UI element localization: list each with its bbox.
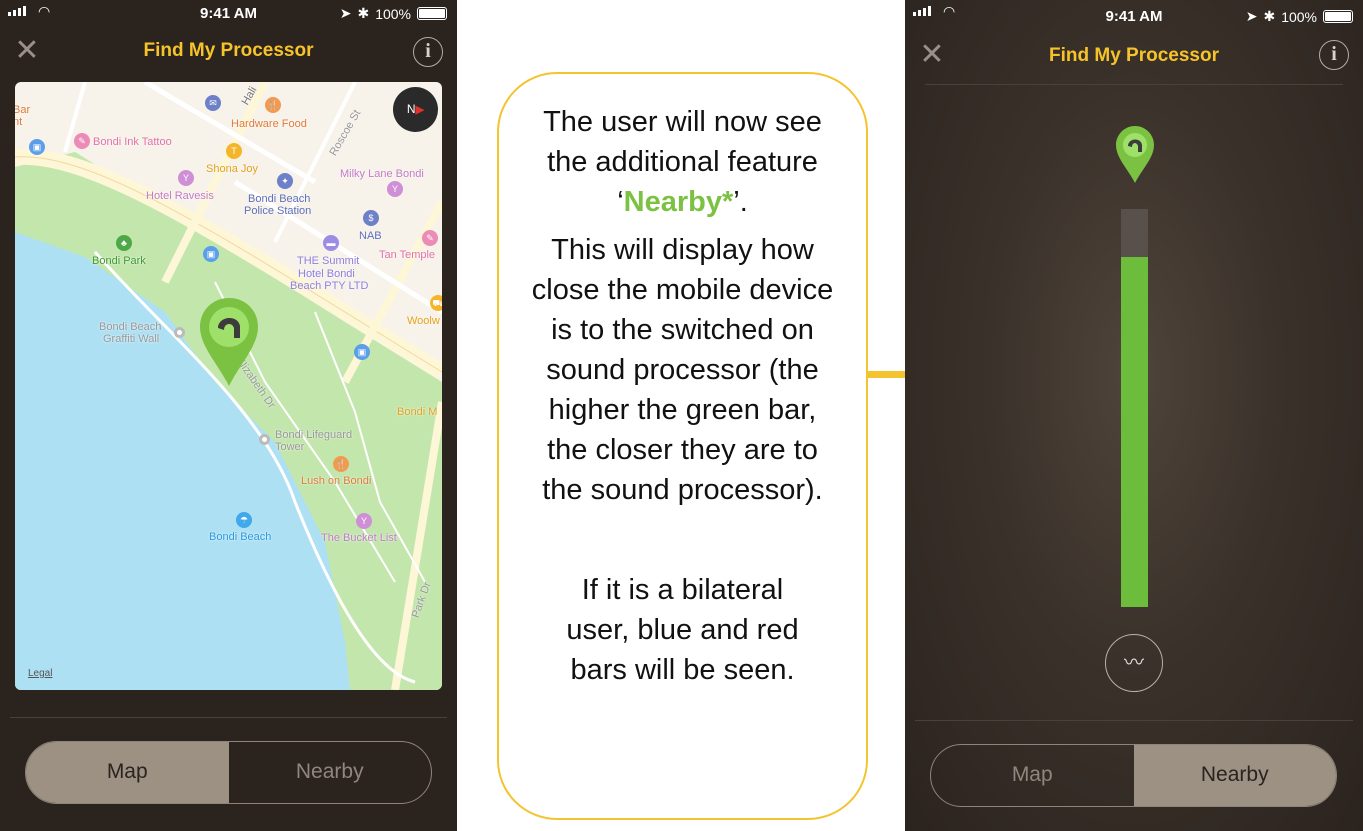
view-segmented-control: Map Nearby	[930, 744, 1337, 807]
bluetooth-icon: ✱	[357, 5, 370, 21]
callout-text: ’.	[733, 186, 748, 218]
map-label: nt	[15, 116, 23, 128]
page-title: Find My Processor	[1049, 45, 1219, 66]
map-label: Bondi Lifeguard	[275, 429, 353, 441]
map-label: Bondi M	[397, 406, 438, 418]
map-label: NAB	[359, 230, 382, 242]
map-label: Police Station	[244, 205, 312, 217]
compass-icon[interactable]: N▶	[393, 87, 438, 132]
restaurant-icon: 🍴	[333, 456, 349, 472]
location-icon: ➤	[1245, 8, 1258, 24]
clothing-store-icon: T	[226, 143, 242, 159]
bar-icon: Y	[387, 181, 403, 197]
restaurant-icon: 🍴	[265, 97, 281, 113]
bar-icon: Y	[178, 170, 194, 186]
map-label: Hotel Bondi	[298, 268, 355, 280]
compass-north-label: N	[406, 102, 416, 116]
map-screen: ◠ 9:41 AM ➤ ✱ 100% ✕ Find My Processor i B…	[0, 0, 457, 831]
battery-percent: 100%	[1281, 8, 1317, 25]
map-label: Bondi Ink Tattoo	[93, 136, 172, 148]
landmark-icon	[174, 327, 185, 338]
police-icon: ✦	[277, 173, 293, 189]
map-label: Bondi Park	[92, 255, 146, 267]
location-icon: ➤	[339, 5, 352, 21]
map-label: The Bucket List	[321, 532, 397, 544]
beach-icon: ☂	[236, 512, 252, 528]
divider	[925, 84, 1343, 85]
map-label: Graffiti Wall	[103, 333, 160, 345]
segment-nearby[interactable]: Nearby	[1133, 745, 1336, 806]
proximity-bar-fill	[1121, 256, 1148, 607]
view-segmented-control: Map Nearby	[25, 741, 432, 804]
info-icon[interactable]: i	[413, 37, 443, 67]
tattoo-icon: ✎	[74, 133, 90, 149]
post-office-icon: ✉	[205, 95, 221, 111]
waveform-icon[interactable]: 〰	[1105, 634, 1163, 692]
nearby-highlight: Nearby*	[623, 186, 734, 218]
map-label: Hardware Food	[231, 118, 307, 130]
map-label: Bondi Beach	[209, 531, 272, 543]
map-label: Tower	[275, 441, 305, 453]
segment-map[interactable]: Map	[26, 742, 229, 803]
battery-percent: 100%	[375, 5, 411, 22]
callout-paragraph-2: This will display how close the mobile d…	[531, 234, 834, 506]
callout-paragraph-1: The user will now see the additional fea…	[523, 102, 843, 222]
processor-pin-icon	[1116, 126, 1154, 183]
bus-stop-icon: ▣	[203, 246, 219, 262]
bar-icon: Y	[356, 513, 372, 529]
tattoo-icon: ✎	[422, 230, 438, 246]
landmark-icon	[259, 434, 270, 445]
explanation-callout: The user will now see the additional fea…	[497, 72, 868, 820]
battery-icon	[1323, 10, 1353, 23]
map-label: Tan Temple	[379, 249, 436, 261]
hotel-icon: ▬	[323, 235, 339, 251]
map-view[interactable]: Bar nt Hali ✉ 🍴 Hardware Food ✎ Bondi In…	[15, 82, 442, 690]
page-title: Find My Processor	[143, 40, 314, 61]
info-icon[interactable]: i	[1319, 40, 1349, 70]
nearby-screen: ◠ 9:41 AM ➤ ✱ 100% ✕ Find My Processor i 〰…	[905, 0, 1363, 831]
legal-link[interactable]: Legal	[28, 668, 52, 679]
map-label: Milky Lane Bondi	[340, 168, 424, 180]
battery-icon	[417, 7, 447, 20]
map-label: Hotel Ravesis	[146, 190, 214, 202]
callout-paragraph-3: If it is a bilateral user, blue and red …	[566, 574, 799, 686]
divider	[10, 717, 447, 718]
processor-location-pin[interactable]	[198, 296, 260, 388]
map-label: Woolw	[407, 315, 440, 327]
grocery-icon: ⛟	[430, 295, 442, 311]
map-label: Shona Joy	[206, 163, 258, 175]
map-label: Bar	[15, 104, 31, 116]
status-bar: ◠ 9:41 AM ➤ ✱ 100%	[0, 0, 457, 26]
map-label: Lush on Bondi	[301, 475, 372, 487]
divider	[915, 720, 1353, 721]
bluetooth-icon: ✱	[1263, 8, 1276, 24]
bus-stop-icon: ▣	[354, 344, 370, 360]
bus-stop-icon: ▣	[29, 139, 45, 155]
map-label: THE Summit	[297, 255, 360, 267]
status-bar: ◠ 9:41 AM ➤ ✱ 100%	[905, 0, 1363, 26]
proximity-bar-track	[1121, 209, 1148, 607]
bank-icon: $	[363, 210, 379, 226]
segment-nearby[interactable]: Nearby	[229, 742, 432, 803]
map-label: Beach PTY LTD	[290, 280, 369, 292]
map-label: Bondi Beach	[248, 193, 311, 205]
park-icon: ♣	[116, 235, 132, 251]
map-label: Bondi Beach	[99, 321, 162, 333]
segment-map[interactable]: Map	[931, 745, 1134, 806]
